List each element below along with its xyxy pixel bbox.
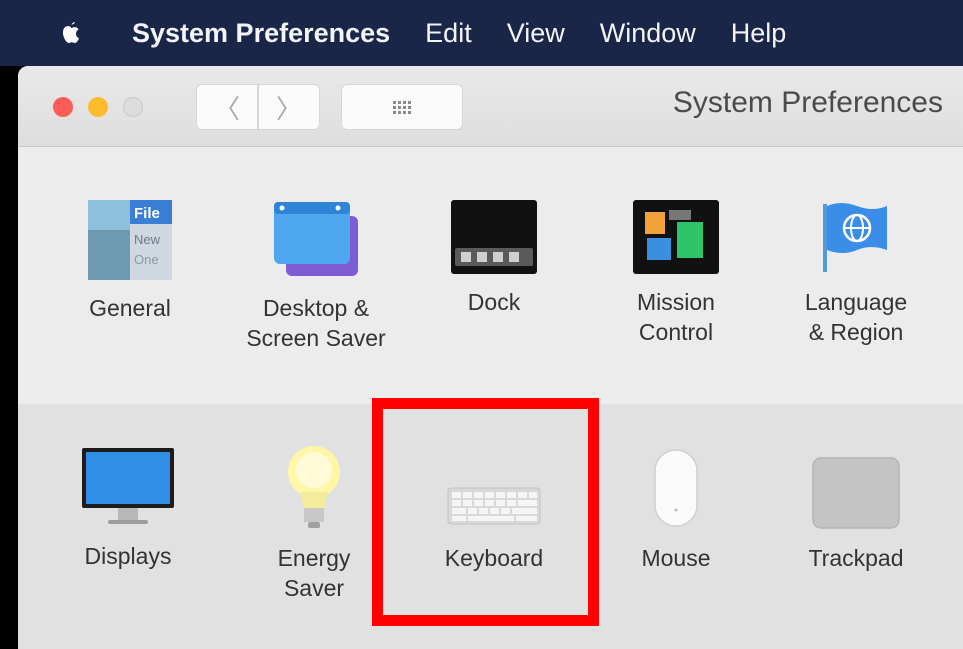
system-preferences-window: 〈 〉 System Preferences File New One Gene… xyxy=(18,66,963,649)
mouse-icon xyxy=(654,449,698,527)
language-region-icon xyxy=(823,203,887,272)
menu-help[interactable]: Help xyxy=(731,18,787,49)
pane-label: Desktop & xyxy=(262,295,370,321)
window-title: System Preferences xyxy=(672,86,943,119)
pane-label: Control xyxy=(638,319,714,345)
keyboard-icon xyxy=(447,487,541,525)
pane-label: & Region xyxy=(808,319,904,345)
back-button[interactable]: 〈 xyxy=(196,84,258,130)
pane-label: Saver xyxy=(283,575,345,601)
preferences-row-personal: File New One General Desktop & Screen Sa… xyxy=(18,147,963,404)
pane-energy-saver[interactable]: Energy Saver xyxy=(234,444,394,603)
pane-keyboard[interactable]: Keyboard xyxy=(414,444,574,573)
general-icon: File New One xyxy=(88,200,172,280)
dock-icon xyxy=(451,200,537,274)
pane-general[interactable]: File New One General xyxy=(50,200,210,323)
pane-language-region[interactable]: Language & Region xyxy=(776,200,936,347)
pane-label: Mission xyxy=(637,289,715,315)
pane-label: General xyxy=(89,295,171,321)
grid-icon xyxy=(393,100,411,114)
forward-button[interactable]: 〉 xyxy=(258,84,320,130)
trackpad-icon xyxy=(812,457,900,529)
pane-trackpad[interactable]: Trackpad xyxy=(776,444,936,573)
pane-label: Trackpad xyxy=(808,545,904,571)
pane-displays[interactable]: Displays xyxy=(48,444,208,571)
pane-label: Mouse xyxy=(641,545,711,571)
pane-desktop-screen-saver[interactable]: Desktop & Screen Saver xyxy=(236,200,396,353)
pane-label: Energy xyxy=(277,545,351,571)
pane-label: Displays xyxy=(84,543,172,569)
svg-text:File: File xyxy=(134,205,160,222)
chevron-right-icon: 〉 xyxy=(275,93,302,124)
pane-dock[interactable]: Dock xyxy=(414,200,574,317)
mission-control-icon xyxy=(633,200,719,274)
pane-label: Language xyxy=(804,289,908,315)
pane-mission-control[interactable]: Mission Control xyxy=(596,200,756,347)
pane-label: Dock xyxy=(467,289,521,315)
light-bulb-icon xyxy=(288,446,340,528)
menu-window[interactable]: Window xyxy=(600,18,696,49)
zoom-button[interactable] xyxy=(123,97,143,117)
close-button[interactable] xyxy=(53,97,73,117)
minimize-button[interactable] xyxy=(88,97,108,117)
pane-label: Keyboard xyxy=(444,545,544,571)
show-all-button[interactable] xyxy=(341,84,463,130)
preferences-row-hardware: Displays Energy Saver Keyboard Mouse Tra… xyxy=(18,404,963,649)
svg-text:New: New xyxy=(134,232,161,247)
pane-label: Screen Saver xyxy=(246,325,386,351)
desktop-screen-saver-icon xyxy=(274,202,358,276)
displays-icon xyxy=(82,448,174,524)
menu-edit[interactable]: Edit xyxy=(425,18,472,49)
window-toolbar: 〈 〉 System Preferences xyxy=(18,66,963,147)
pane-mouse[interactable]: Mouse xyxy=(596,444,756,573)
chevron-left-icon: 〈 xyxy=(213,93,240,124)
svg-text:One: One xyxy=(134,252,159,267)
menu-view[interactable]: View xyxy=(507,18,565,49)
menu-bar: System Preferences Edit View Window Help xyxy=(0,0,963,66)
apple-menu-icon[interactable] xyxy=(60,20,80,46)
menu-app-name[interactable]: System Preferences xyxy=(132,18,390,49)
